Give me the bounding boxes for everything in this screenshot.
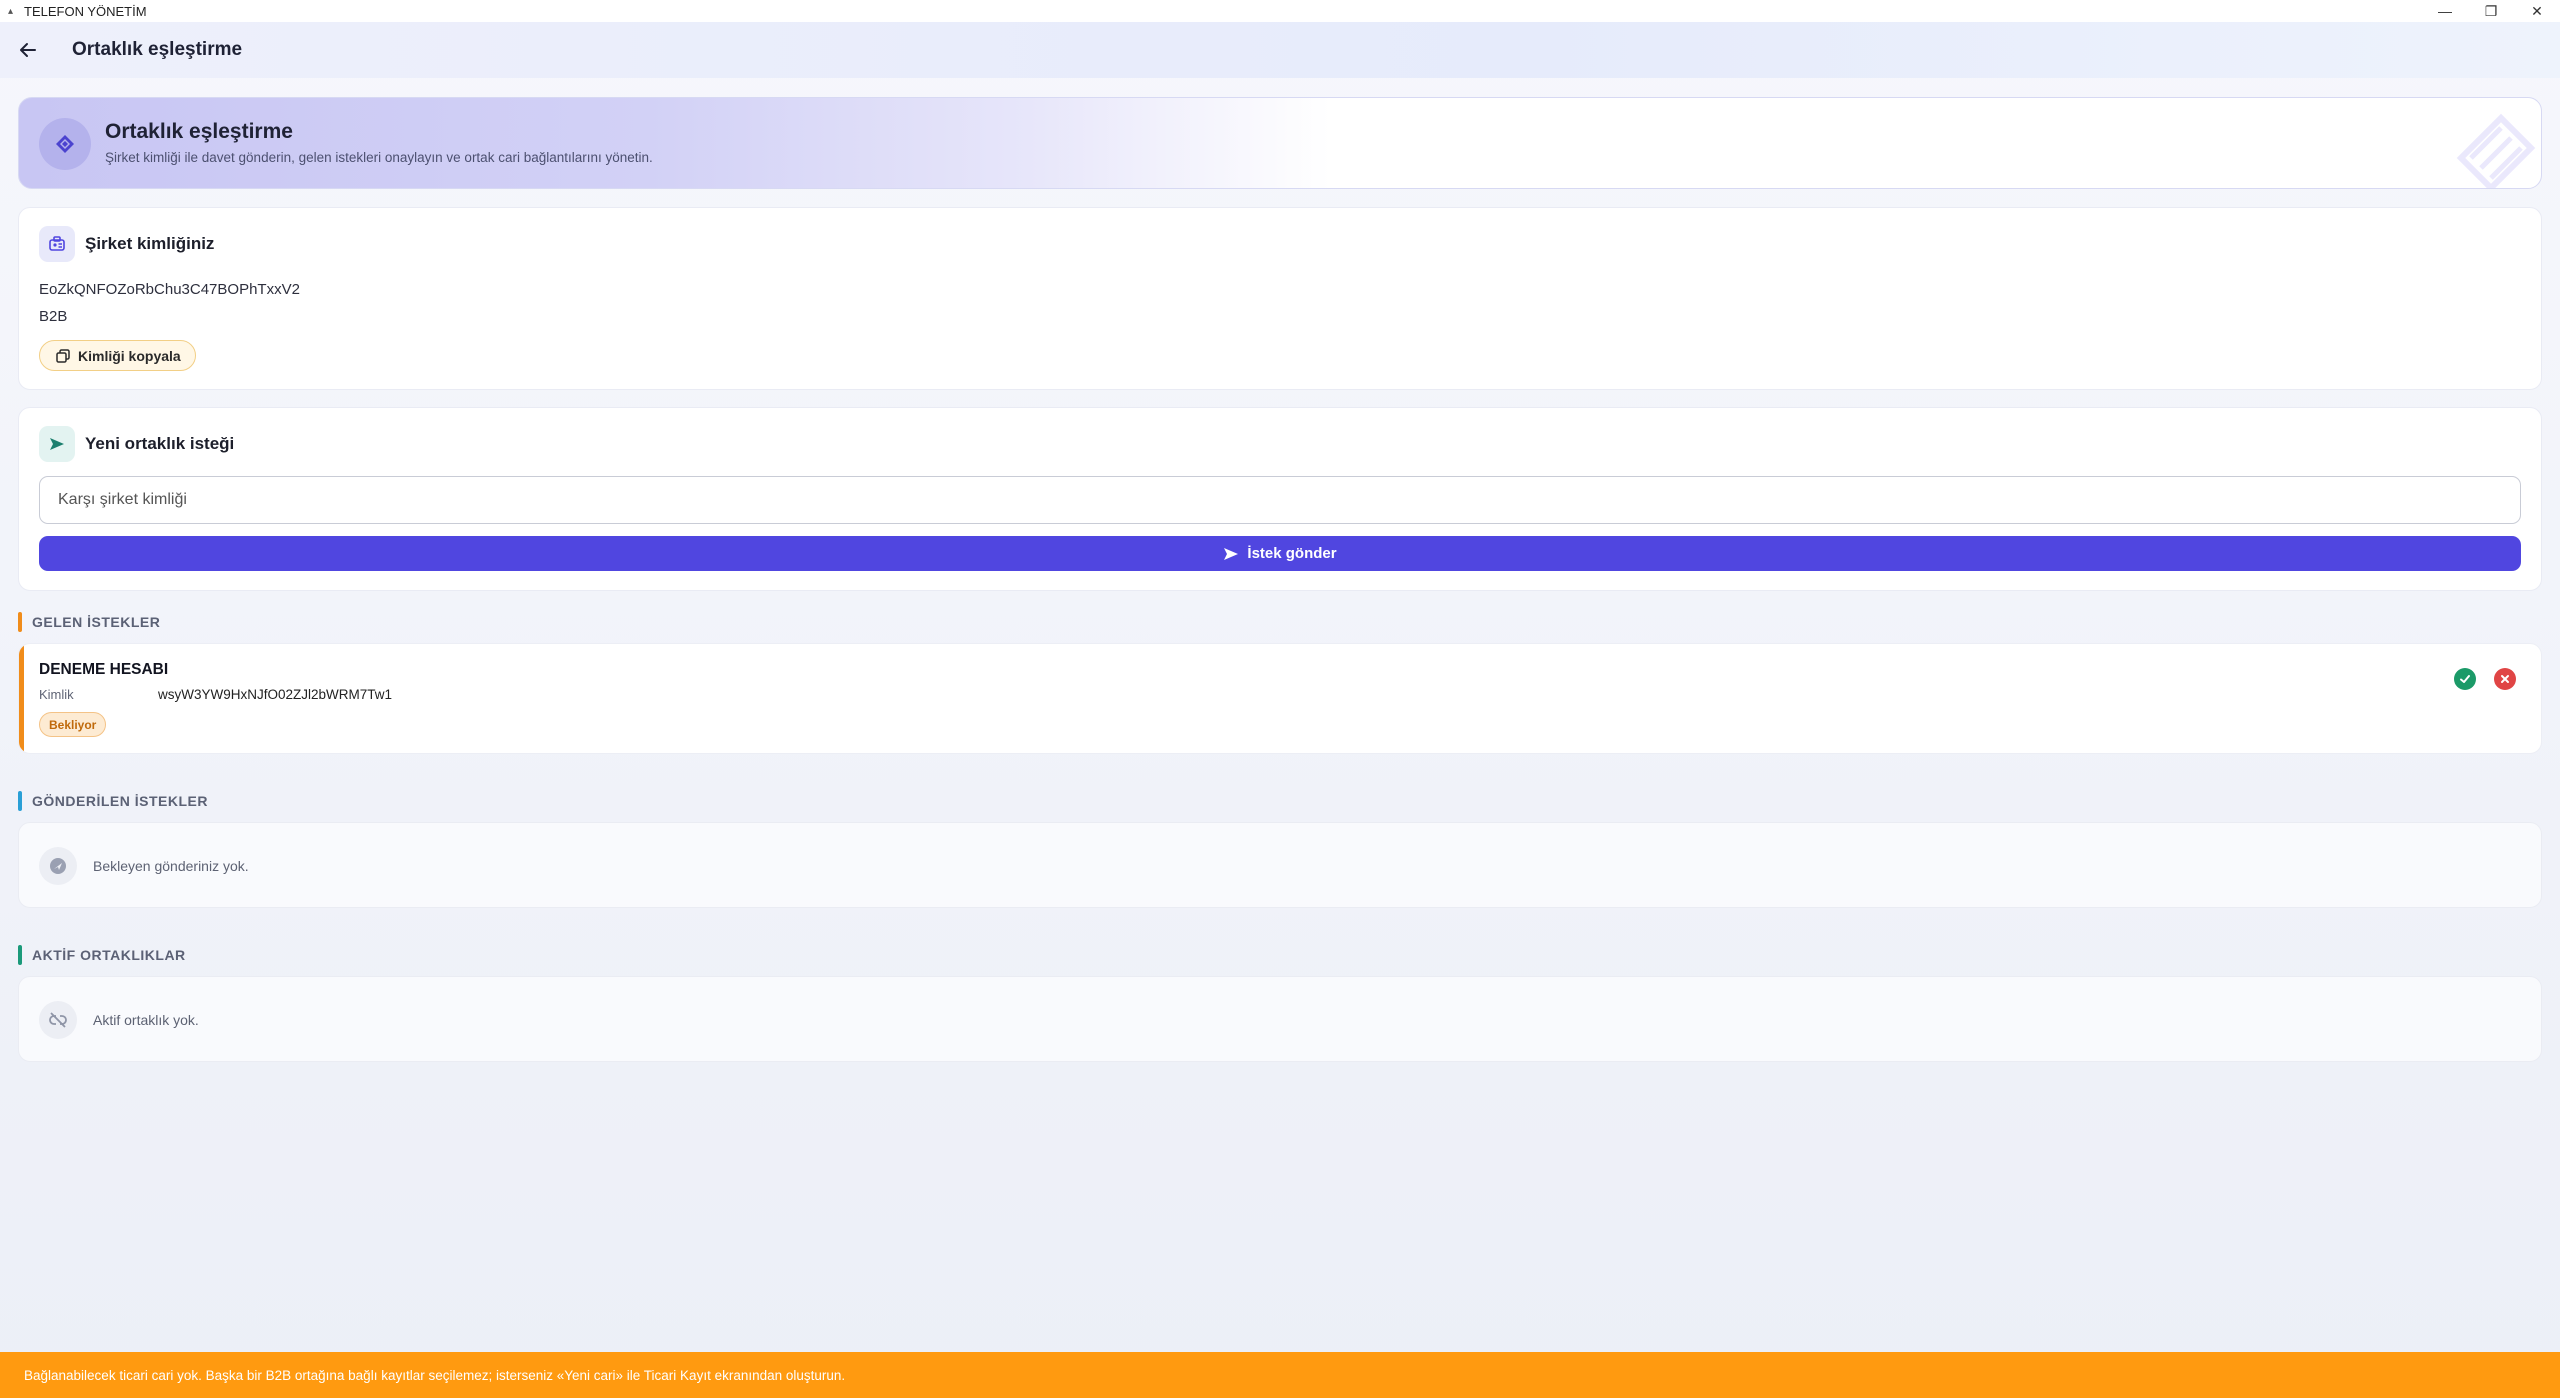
window-controls: — ❐ ✕ [2422,0,2560,22]
active-empty-text: Aktif ortaklık yok. [93,1012,199,1028]
window-titlebar: ▴ TELEFON YÖNETİM — ❐ ✕ [0,0,2560,22]
send-icon [1223,547,1239,561]
send-request-button[interactable]: İstek gönder [39,536,2521,571]
hero-banner: Ortaklık eşleştirme Şirket kimliği ile d… [18,97,2542,189]
warning-banner: Bağlanabilecek ticari cari yok. Başka bi… [0,1352,2560,1398]
company-id-value: EoZkQNFOZoRbChu3C47BOPhTxxV2 [39,281,300,298]
warning-banner-text: Bağlanabilecek ticari cari yok. Başka bi… [24,1367,846,1383]
hero-title: Ortaklık eşleştirme [105,120,293,143]
incoming-section-title: GELEN İSTEKLER [32,614,161,630]
id-badge-icon [39,226,75,262]
new-request-card: Yeni ortaklık isteği Karşı şirket kimliğ… [18,407,2542,591]
company-type: B2B [39,308,68,325]
section-accent-bar [18,791,22,811]
check-icon [2460,675,2470,683]
active-section-title: AKTİF ORTAKLIKLAR [32,947,186,963]
status-accent-bar [19,644,24,753]
arrow-left-icon [20,43,36,57]
active-section-header: AKTİF ORTAKLIKLAR [18,945,186,965]
copy-id-button[interactable]: Kimliği kopyala [39,340,196,371]
app-header: Ortaklık eşleştirme [0,22,2560,78]
section-accent-bar [18,612,22,632]
x-icon [2501,675,2509,683]
page-title: Ortaklık eşleştirme [72,39,243,60]
restore-icon[interactable]: ❐ [2468,0,2514,22]
send-outline-icon [39,847,77,885]
partner-id-input[interactable]: Karşı şirket kimliği [39,476,2521,524]
handshake-watermark-icon [2456,113,2536,188]
sent-section-title: GÖNDERİLEN İSTEKLER [32,793,208,809]
company-id-header: Şirket kimliğiniz [39,226,214,262]
request-id-value: wsyW3YW9HxNJfO02ZJl2bWRM7Tw1 [158,687,393,702]
company-id-title: Şirket kimliğiniz [85,234,215,253]
link-off-icon [39,1001,77,1039]
incoming-request-item: DENEME HESABI Kimlik wsyW3YW9HxNJfO02ZJl… [18,643,2542,754]
active-empty-state: Aktif ortaklık yok. [18,976,2542,1062]
approve-button[interactable] [2454,668,2476,690]
request-company-name: DENEME HESABI [39,661,169,678]
sent-section-header: GÖNDERİLEN İSTEKLER [18,791,208,811]
section-accent-bar [18,945,22,965]
copy-icon [56,348,70,363]
new-request-header: Yeni ortaklık isteği [39,426,234,462]
sent-empty-state: Bekleyen gönderiniz yok. [18,822,2542,908]
app-icon: ▴ [8,5,14,17]
incoming-section-header: GELEN İSTEKLER [18,612,160,632]
hero-subtitle: Şirket kimliği ile davet gönderin, gelen… [105,150,653,165]
request-id-label: Kimlik [39,687,74,702]
window-title: TELEFON YÖNETİM [24,3,147,19]
close-icon[interactable]: ✕ [2514,0,2560,22]
minimize-icon[interactable]: — [2422,0,2468,22]
company-id-card: Şirket kimliğiniz EoZkQNFOZoRbChu3C47BOP… [18,207,2542,390]
new-request-title: Yeni ortaklık isteği [85,434,235,453]
reject-button[interactable] [2494,668,2516,690]
handshake-icon [39,118,91,170]
status-badge: Bekliyor [39,712,107,737]
send-icon [39,426,75,462]
copy-id-label: Kimliği kopyala [78,347,181,364]
back-button[interactable] [8,30,48,70]
sent-empty-text: Bekleyen gönderiniz yok. [93,858,249,874]
send-request-label: İstek gönder [1247,545,1337,562]
